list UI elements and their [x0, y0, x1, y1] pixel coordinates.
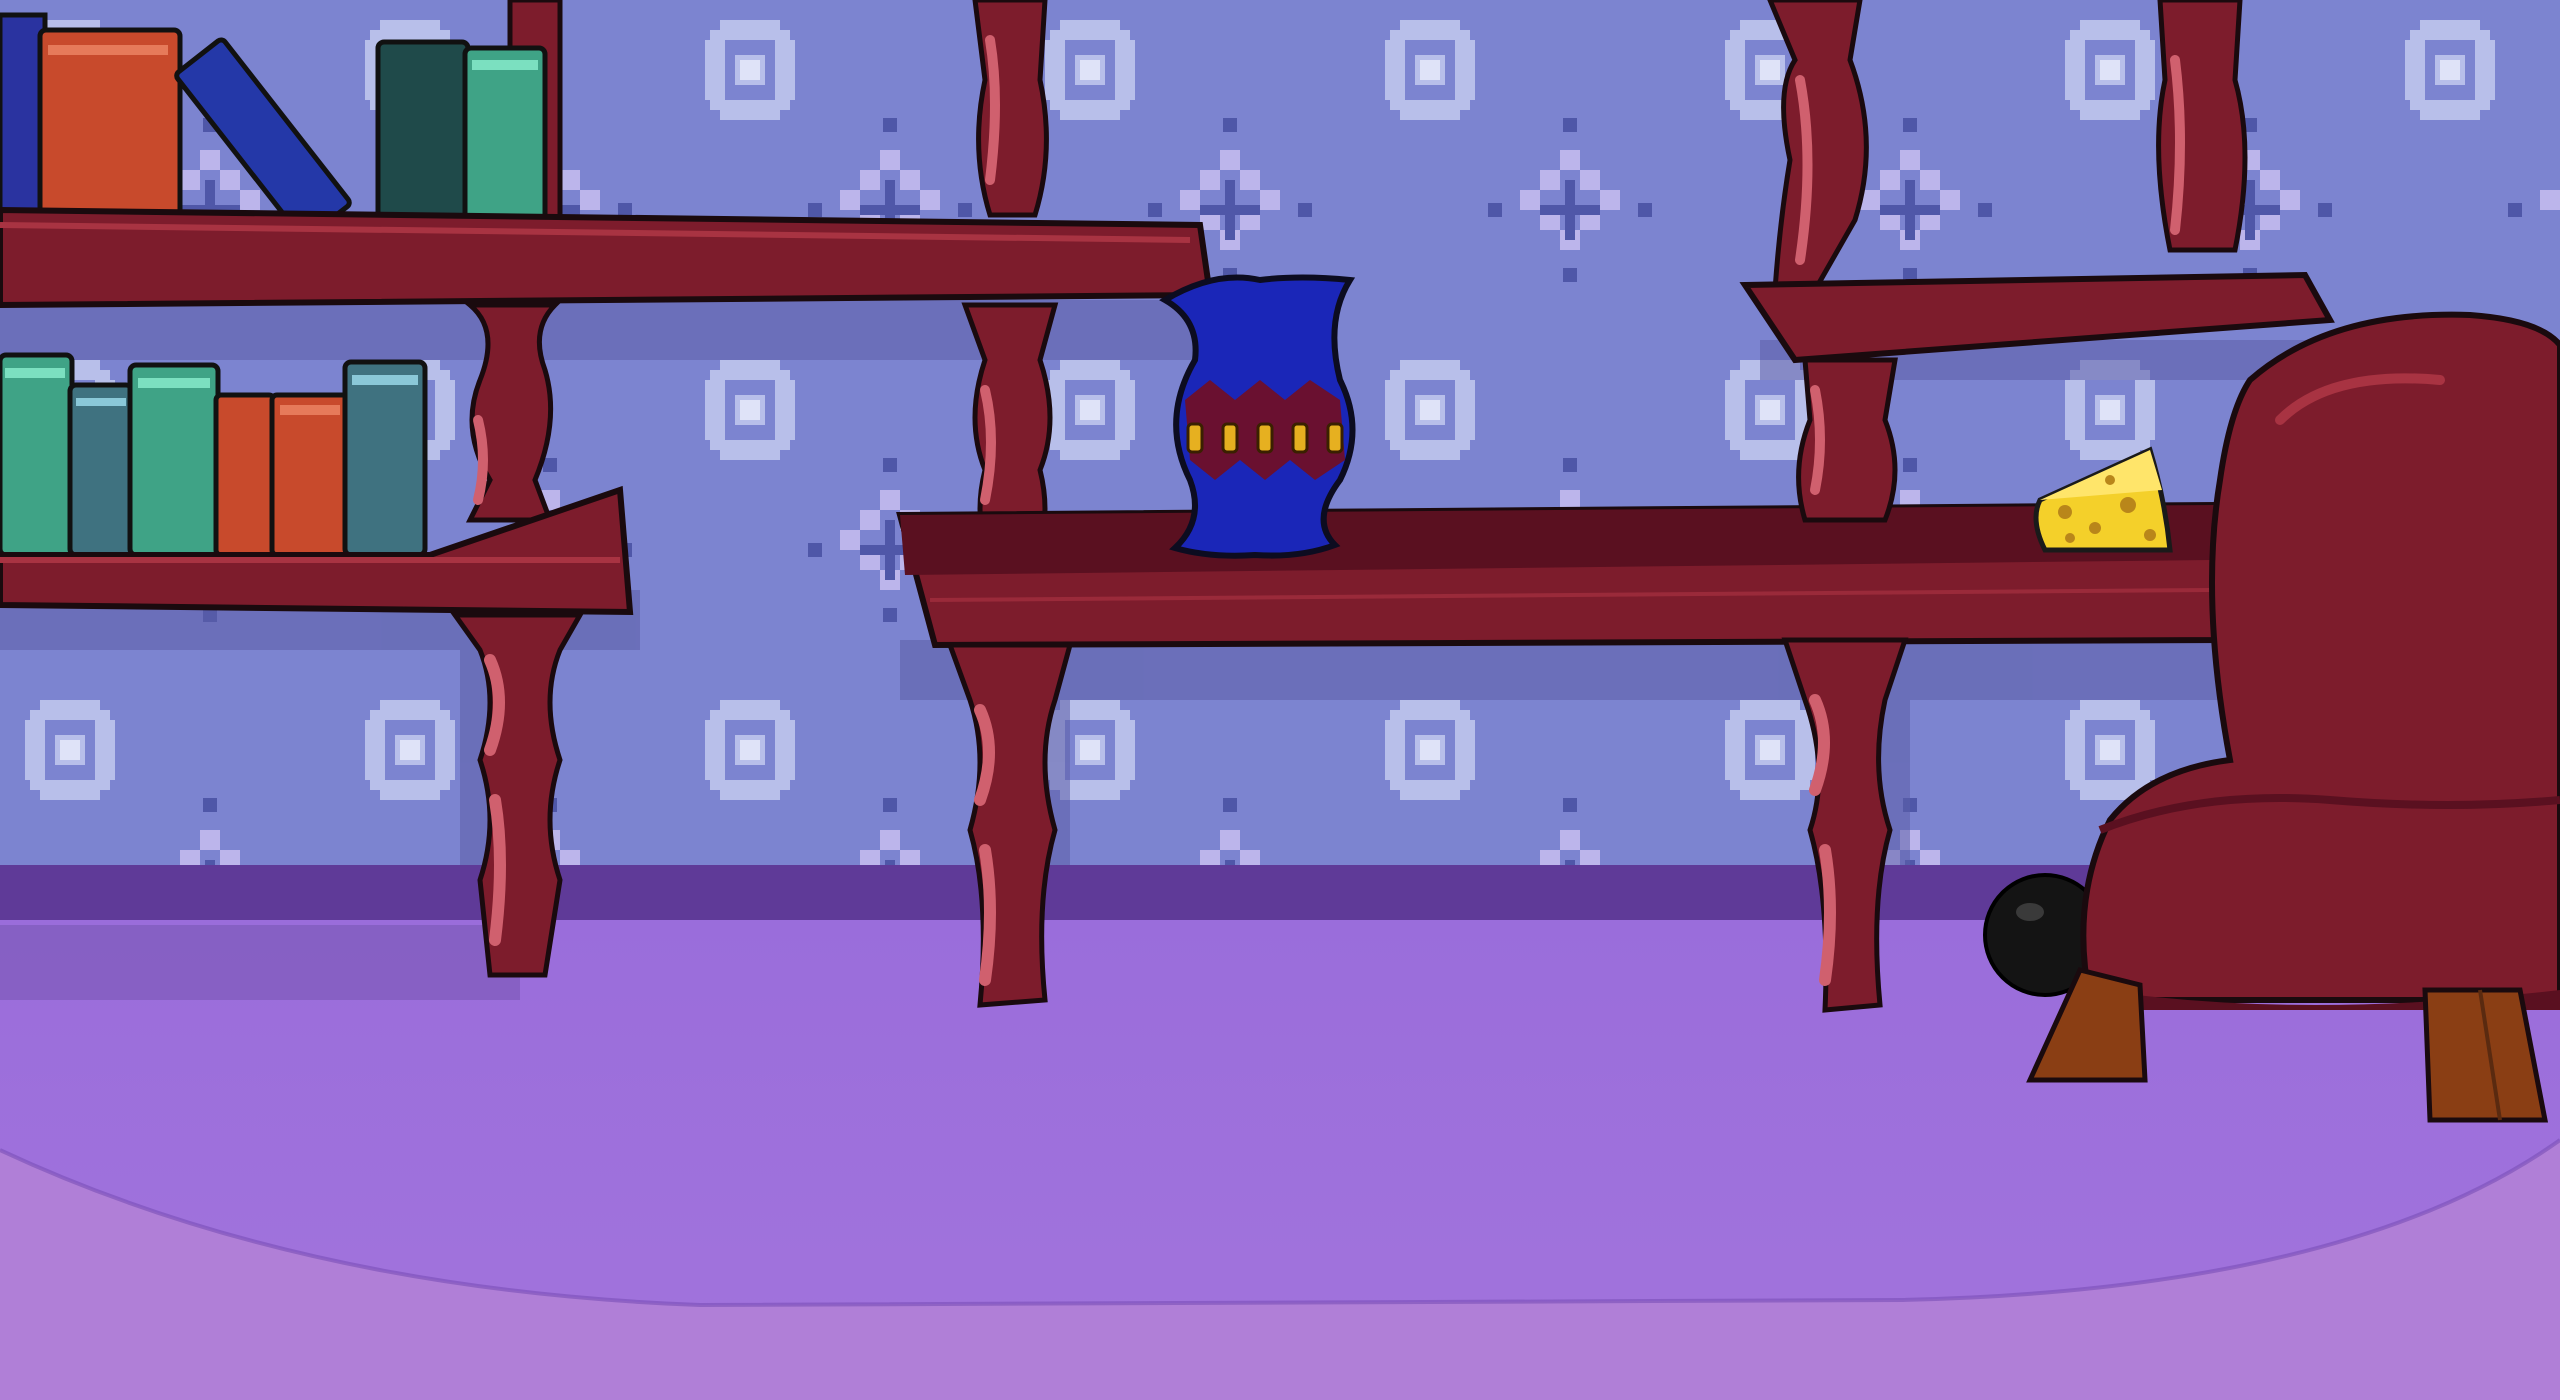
scene-canvas: [0, 0, 2560, 1400]
game-scene: [0, 0, 2560, 1400]
books-lower-row: [0, 352, 428, 558]
blue-vase[interactable]: [1159, 274, 1356, 559]
